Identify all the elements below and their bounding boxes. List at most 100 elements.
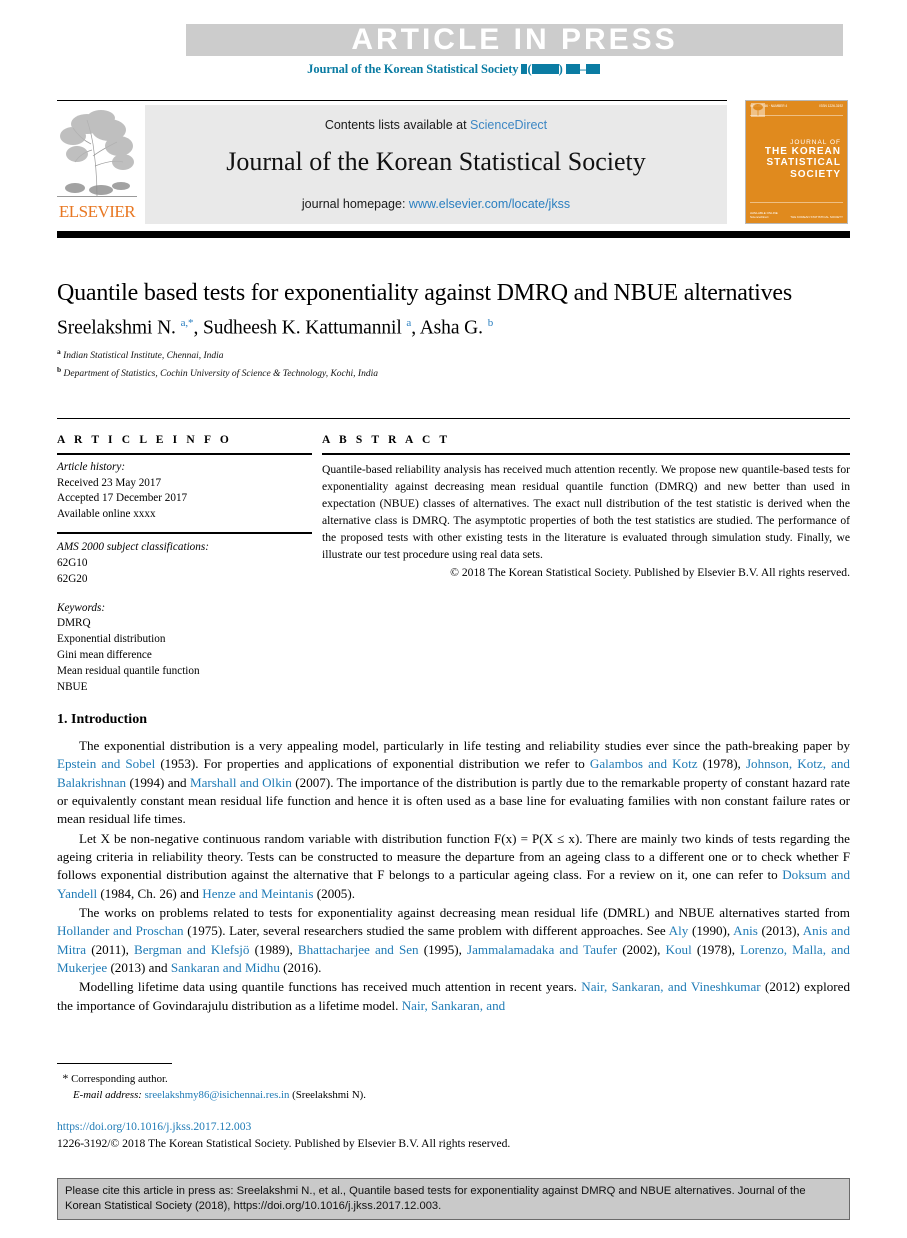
intro-p2-seg: Let X be non-negative continuous random … <box>57 830 850 883</box>
corresponding-author-line: * Corresponding author. <box>57 1069 557 1087</box>
introduction-section: 1. Introduction The exponential distribu… <box>57 712 850 1015</box>
citation-link[interactable]: Hollander and Proschan <box>57 923 184 938</box>
intro-p4-seg: Modelling lifetime data using quantile f… <box>79 979 582 995</box>
ams-code: 62G10 <box>57 556 88 569</box>
corresponding-author-marker: * <box>62 1071 69 1085</box>
affiliation-a: a Indian Statistical Institute, Chennai,… <box>57 347 224 362</box>
cover-title-line2: THE KOREAN <box>764 146 841 158</box>
intro-p3-seg: (2013) and <box>107 959 171 975</box>
intro-p3-seg: (2002), <box>617 941 666 957</box>
contents-list-line: Contents lists available at ScienceDirec… <box>145 118 727 132</box>
email-label: E-mail address: <box>73 1089 142 1102</box>
citation-link[interactable]: Bhattacharjee and Sen <box>298 942 419 957</box>
article-page: ARTICLE IN PRESS Journal of the Korean S… <box>0 0 907 1238</box>
cover-title-line3: STATISTICAL <box>766 157 841 169</box>
doi-link[interactable]: https://doi.org/10.1016/j.jkss.2017.12.0… <box>57 1119 657 1136</box>
cover-bottom-left: AVAILABLE ONLINE ScienceDirect <box>750 211 778 219</box>
issn-copyright-line: 1226-3192/© 2018 The Korean Statistical … <box>57 1136 511 1150</box>
intro-p3-seg: The works on problems related to tests f… <box>79 904 850 920</box>
title-bottom-rule <box>57 418 850 419</box>
keyword-item: Gini mean difference <box>57 649 152 662</box>
abstract-heading: A B S T R A C T <box>322 434 451 446</box>
page-start-placeholder-block <box>565 64 580 74</box>
keywords-block: Keywords: DMRQ Exponential distribution … <box>57 601 312 696</box>
citation-link[interactable]: Nair, Sankaran, and Vineshkumar <box>581 979 760 994</box>
article-history-block: Article history: Received 23 May 2017 Ac… <box>57 460 312 524</box>
article-in-press-banner: ARTICLE IN PRESS <box>186 23 843 56</box>
intro-p3-seg: (2016). <box>279 959 322 975</box>
journal-reference-title: Journal of the Korean Statistical Societ… <box>307 62 519 76</box>
citation-link[interactable]: Jammalamadaka and Taufer <box>467 942 617 957</box>
elsevier-tree-icon <box>57 110 137 197</box>
citation-link[interactable]: Bergman and Klefsjö <box>134 942 249 957</box>
article-info-rule-1 <box>57 453 312 455</box>
intro-p1-seg: (1978), <box>697 756 746 772</box>
citation-link[interactable]: Koul <box>666 942 692 957</box>
intro-paragraph-2: Let X be non-negative continuous random … <box>57 830 850 903</box>
affiliation-b: b Department of Statistics, Cochin Unive… <box>57 364 378 379</box>
keyword-item: Mean residual quantile function <box>57 665 200 678</box>
intro-p2-seg: (1984, Ch. 26) and <box>97 885 203 901</box>
cover-title: JOURNAL OF THE KOREAN STATISTICAL SOCIET… <box>746 139 841 180</box>
intro-p1-seg: The exponential distribution is a very a… <box>79 738 850 753</box>
cover-title-line4: SOCIETY <box>790 168 841 180</box>
cover-bottom-right: THE KOREAN STATISTICAL SOCIETY <box>790 215 843 219</box>
citation-link[interactable]: Epstein and Sobel <box>57 756 155 771</box>
affiliation-b-text: Department of Statistics, Cochin Univers… <box>63 368 378 379</box>
intro-p3-seg: (2011), <box>86 941 135 957</box>
article-in-press-text: ARTICLE IN PRESS <box>351 23 678 56</box>
cover-title-line1: JOURNAL OF <box>790 139 841 146</box>
journal-homepage-line: journal homepage: www.elsevier.com/locat… <box>145 197 727 211</box>
year-placeholder-block <box>531 64 559 74</box>
ams-label: AMS 2000 subject classifications: <box>57 540 209 553</box>
doi-block: https://doi.org/10.1016/j.jkss.2017.12.0… <box>57 1119 657 1153</box>
article-info-heading: A R T I C L E I N F O <box>57 434 232 446</box>
journal-reference-line: Journal of the Korean Statistical Societ… <box>0 62 907 77</box>
article-history-label: Article history: <box>57 460 126 473</box>
citation-link[interactable]: Aly <box>669 923 689 938</box>
intro-p3-seg: (1995), <box>418 941 468 957</box>
journal-masthead: ELSEVIER Contents lists available at Sci… <box>57 100 850 226</box>
elsevier-wordmark: ELSEVIER <box>58 202 136 221</box>
elsevier-logo: ELSEVIER <box>57 104 137 224</box>
intro-p1-seg: (1994) and <box>126 774 190 790</box>
abstract-rule <box>322 453 850 455</box>
citation-link[interactable]: Galambos and Kotz <box>590 756 698 771</box>
citation-link[interactable]: Marshall and Olkin <box>190 775 292 790</box>
corresponding-author-label: Corresponding author. <box>71 1073 168 1085</box>
cover-elsevier-tree-icon <box>751 103 765 117</box>
title-block: Quantile based tests for exponentiality … <box>57 278 850 381</box>
journal-title: Journal of the Korean Statistical Societ… <box>226 147 646 176</box>
intro-p3-seg: (2013), <box>757 923 803 939</box>
email-link[interactable]: sreelakshmy86@isichennai.res.in <box>145 1089 290 1101</box>
article-accepted: Accepted 17 December 2017 <box>57 492 188 505</box>
intro-p3-seg: (1978), <box>691 941 741 957</box>
journal-cover-thumbnail: VOLUME 46 · NUMBER 4 ISSN 1226-3192 JOUR… <box>745 100 848 224</box>
intro-p1-seg: (1953). For properties and applications … <box>155 756 590 772</box>
footnote-block: * Corresponding author. E-mail address: … <box>57 1069 557 1103</box>
affiliation-a-text: Indian Statistical Institute, Chennai, I… <box>63 351 224 362</box>
keyword-item: Exponential distribution <box>57 633 166 646</box>
intro-paragraph-4: Modelling lifetime data using quantile f… <box>57 978 850 1015</box>
masthead-black-bar <box>57 231 850 238</box>
affiliations: a Indian Statistical Institute, Chennai,… <box>57 346 850 381</box>
contents-label: Contents lists available at <box>324 118 467 132</box>
journal-homepage-link[interactable]: www.elsevier.com/locate/jkss <box>409 197 570 211</box>
abstract-copyright: © 2018 The Korean Statistical Society. P… <box>450 565 850 579</box>
keyword-item: NBUE <box>57 681 88 694</box>
citation-link[interactable]: Nair, Sankaran, and <box>402 998 505 1013</box>
ams-code: 62G20 <box>57 572 88 585</box>
ams-classification-block: AMS 2000 subject classifications: 62G10 … <box>57 540 312 588</box>
citation-link[interactable]: Anis <box>733 923 758 938</box>
sciencedirect-link[interactable]: ScienceDirect <box>470 118 547 132</box>
citation-link[interactable]: Sankaran and Midhu <box>171 960 280 975</box>
introduction-heading: 1. Introduction <box>57 712 147 727</box>
citation-link[interactable]: Henze and Meintanis <box>202 886 313 901</box>
intro-paragraph-1: The exponential distribution is a very a… <box>57 737 850 829</box>
intro-p3-seg: (1990), <box>688 923 734 939</box>
cover-bottom-strip: AVAILABLE ONLINE ScienceDirect THE KOREAN… <box>750 202 843 219</box>
masthead-top-rule <box>57 100 727 101</box>
please-cite-box: Please cite this article in press as: Sr… <box>57 1178 850 1220</box>
abstract-column: A B S T R A C T Quantile-based reliabili… <box>322 434 850 579</box>
article-info-column: A R T I C L E I N F O Article history: R… <box>57 434 312 696</box>
